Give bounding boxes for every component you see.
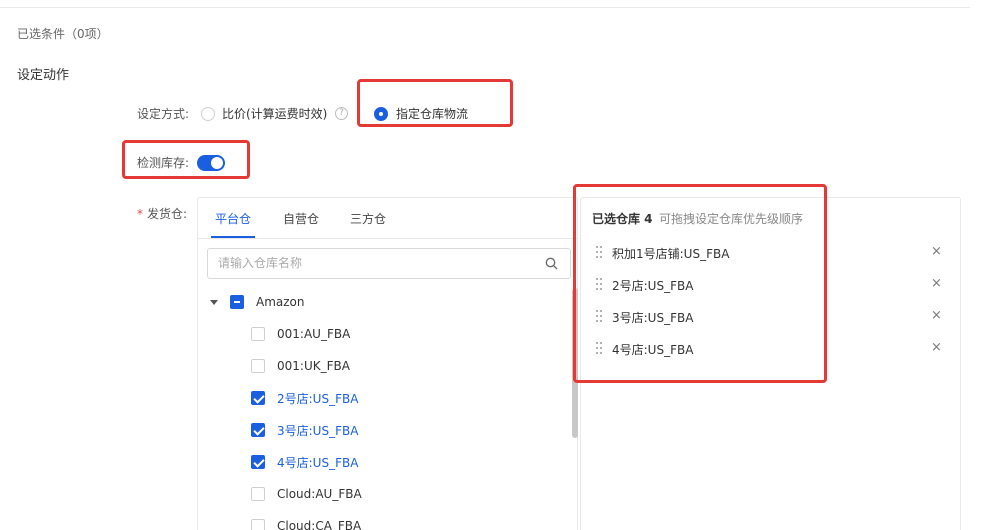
- tree-item-checkbox[interactable]: [251, 423, 265, 437]
- close-icon[interactable]: ×: [931, 244, 942, 259]
- warehouse-picker-panel: 平台仓 自营仓 三方仓 Amazon 001:AU_FBA 001:UK_FBA…: [197, 197, 578, 530]
- ship-warehouse-label: * 发货仓:: [137, 205, 187, 222]
- active-tab-indicator: [211, 236, 255, 238]
- help-icon[interactable]: ?: [335, 107, 348, 120]
- tree-item-label: 3号店:US_FBA: [277, 423, 359, 438]
- tree-item[interactable]: Cloud:AU_FBA: [251, 484, 362, 504]
- ship-warehouse-label-text: 发货仓:: [147, 207, 188, 221]
- checkbox-amazon[interactable]: [230, 295, 244, 309]
- top-divider: [0, 7, 970, 8]
- tree-item[interactable]: 001:AU_FBA: [251, 324, 350, 344]
- tab-self-warehouse[interactable]: 自营仓: [283, 210, 319, 227]
- radio-compare-price[interactable]: [201, 107, 215, 121]
- tree-group-amazon[interactable]: Amazon: [210, 292, 305, 312]
- warehouse-tabs: 平台仓 自营仓 三方仓: [198, 198, 577, 239]
- tree-item-label: Cloud:AU_FBA: [277, 487, 362, 501]
- close-icon[interactable]: ×: [931, 308, 942, 323]
- selected-conditions-text: 已选条件（0项）: [17, 27, 109, 41]
- radio-compare-price-label[interactable]: 比价(计算运费时效): [222, 105, 327, 122]
- tree-item-checkbox[interactable]: [251, 487, 265, 501]
- highlight-box-mode: [357, 79, 513, 127]
- tree-item-label: 2号店:US_FBA: [277, 391, 359, 406]
- tree-item-label: 4号店:US_FBA: [277, 455, 359, 470]
- tree-item-label: Cloud:CA_FBA: [277, 519, 362, 530]
- search-icon[interactable]: [545, 257, 558, 270]
- tree-item-checkbox[interactable]: [251, 359, 265, 373]
- tree-group-label: Amazon: [256, 295, 305, 309]
- close-icon[interactable]: ×: [931, 276, 942, 291]
- tree-item[interactable]: 2号店:US_FBA: [251, 388, 358, 408]
- tree-item[interactable]: 001:UK_FBA: [251, 356, 350, 376]
- tree-item[interactable]: 4号店:US_FBA: [251, 452, 358, 472]
- tree-item[interactable]: Cloud:CA_FBA: [251, 516, 361, 530]
- tree-item-checkbox[interactable]: [251, 519, 265, 530]
- tree-item-checkbox[interactable]: [251, 455, 265, 469]
- required-mark: *: [137, 207, 143, 221]
- tree-item-checkbox[interactable]: [251, 327, 265, 341]
- caret-down-icon[interactable]: [210, 299, 218, 305]
- warehouse-search-input[interactable]: [218, 256, 528, 270]
- tree-item-label: 001:UK_FBA: [277, 359, 350, 373]
- tree-item[interactable]: 3号店:US_FBA: [251, 420, 358, 440]
- tree-item-label: 001:AU_FBA: [277, 327, 351, 341]
- section-title: 设定动作: [17, 68, 70, 83]
- highlight-box-selected-panel: [573, 184, 827, 383]
- tree-item-checkbox[interactable]: [251, 391, 265, 405]
- warehouse-search-box[interactable]: [207, 248, 571, 279]
- tab-third-party-warehouse[interactable]: 三方仓: [350, 210, 386, 227]
- close-icon[interactable]: ×: [931, 340, 942, 355]
- tab-platform-warehouse[interactable]: 平台仓: [215, 210, 251, 227]
- highlight-box-check-stock: [122, 140, 250, 179]
- mode-label: 设定方式:: [137, 107, 190, 121]
